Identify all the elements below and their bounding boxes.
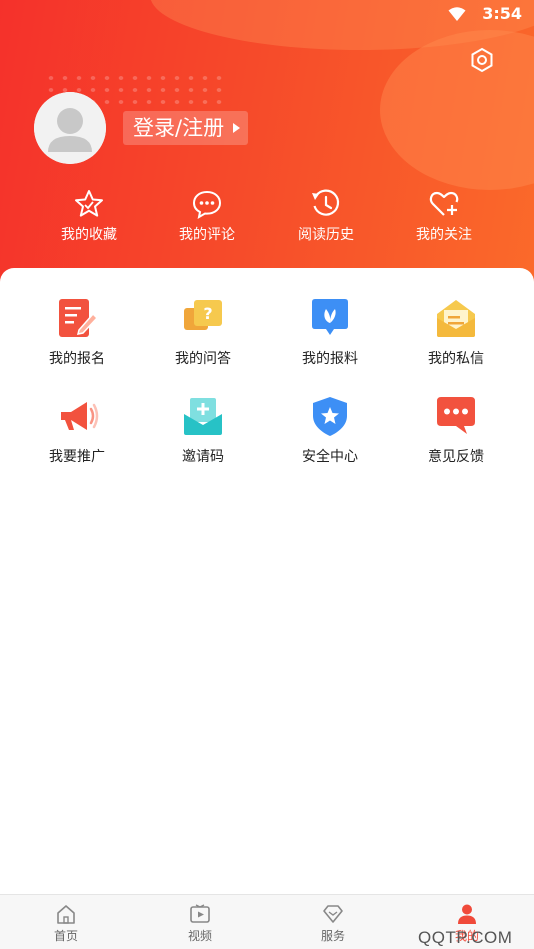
heart-plus-icon (429, 191, 459, 216)
shield-icon (313, 397, 347, 436)
tab-label: 视频 (187, 929, 212, 943)
quick-action-label: 我的关注 (416, 227, 472, 243)
header-decoration (380, 30, 534, 190)
quick-action-history[interactable]: 阅读历史 (271, 188, 381, 244)
tab-label: 服务 (320, 929, 345, 943)
grid-item-invite-code[interactable]: 邀请码 (143, 394, 263, 466)
service-icon (323, 905, 343, 923)
feedback-icon (437, 397, 475, 434)
grid-item-label: 我的私信 (428, 351, 484, 367)
grid-item-feedback[interactable]: 意见反馈 (396, 394, 516, 466)
grid-item-label: 我的报名 (49, 351, 105, 367)
grid-item-my-messages[interactable]: 我的私信 (396, 296, 516, 368)
quick-actions: 我的收藏 我的评论 阅读历史 我的关注 (0, 188, 534, 248)
grid-item-label: 安全中心 (302, 449, 358, 465)
user-icon (458, 904, 476, 924)
star-icon (75, 190, 103, 217)
comment-icon (192, 190, 222, 219)
settings-icon[interactable] (468, 46, 496, 74)
video-icon (190, 904, 210, 923)
services-card: 我的报名 ? 我的问答 我的报料 我的私信 我要推广 邀请码 安全中心 意见反馈 (0, 268, 534, 894)
triangle-right-icon (233, 123, 241, 133)
invite-icon (184, 398, 222, 435)
grid-item-label: 我的问答 (175, 351, 231, 367)
report-icon (312, 299, 348, 335)
status-bar: 3:54 (0, 0, 534, 28)
grid-item-my-qa[interactable]: ? 我的问答 (143, 296, 263, 368)
tab-video[interactable]: 视频 (155, 903, 245, 944)
login-register-button[interactable]: 登录/注册 (123, 111, 249, 145)
default-avatar-icon (34, 92, 106, 164)
tab-label: 首页 (53, 929, 78, 943)
quick-action-comments[interactable]: 我的评论 (152, 188, 262, 244)
grid-item-promote[interactable]: 我要推广 (17, 394, 137, 466)
login-register-label: 登录/注册 (133, 116, 225, 140)
history-icon (312, 189, 340, 216)
quick-action-label: 我的收藏 (61, 227, 117, 243)
avatar[interactable] (34, 92, 106, 164)
home-icon (57, 905, 75, 924)
tab-home[interactable]: 首页 (21, 903, 111, 944)
tab-service[interactable]: 服务 (288, 903, 378, 944)
quick-action-label: 我的评论 (179, 227, 235, 243)
megaphone-icon (61, 402, 99, 430)
grid-item-label: 意见反馈 (428, 449, 484, 465)
watermark: QQTP.COM (418, 928, 513, 947)
qa-icon: ? (184, 300, 222, 330)
quick-action-favorites[interactable]: 我的收藏 (34, 188, 144, 244)
quick-action-following[interactable]: 我的关注 (389, 188, 499, 244)
grid-item-label: 我要推广 (49, 449, 105, 465)
grid-item-my-report[interactable]: 我的报料 (270, 296, 390, 368)
grid-item-label: 邀请码 (182, 449, 224, 465)
wifi-icon (448, 7, 466, 21)
grid-item-label: 我的报料 (302, 351, 358, 367)
quick-action-label: 阅读历史 (298, 227, 354, 243)
grid-item-security-center[interactable]: 安全中心 (270, 394, 390, 466)
grid-item-my-signup[interactable]: 我的报名 (17, 296, 137, 368)
message-icon (437, 300, 475, 337)
status-time: 3:54 (482, 4, 522, 23)
signup-icon (59, 299, 99, 337)
svg-text:?: ? (203, 304, 212, 323)
profile-header: 3:54 登录/注册 我的收藏 我的评论 阅读历史 我的关注 (0, 0, 534, 300)
